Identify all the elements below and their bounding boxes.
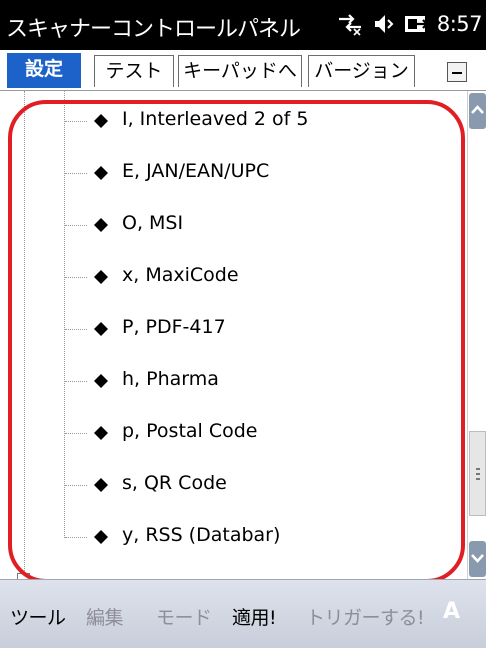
tree-item-label: E, JAN/EAN/UPC (122, 160, 270, 182)
tab-strip: 設定 テスト キーパッドへ バージョン (0, 50, 486, 91)
clock-time[interactable]: 8:57 (437, 12, 483, 36)
tree-item-label: O, MSI (122, 212, 184, 234)
chevron-up-icon (471, 105, 484, 114)
diamond-bullet-icon (94, 114, 108, 128)
tree-branch-line (65, 225, 87, 226)
tree-item[interactable]: P, PDF-417 (64, 309, 444, 349)
symbology-tree[interactable]: I, Interleaved 2 of 5 E, JAN/EAN/UPC O, … (0, 91, 466, 579)
tree-item-label: x, MaxiCode (122, 264, 239, 286)
scroll-grip (476, 468, 480, 470)
tree-guide-line (24, 91, 25, 579)
battery-icon[interactable] (403, 12, 429, 36)
diamond-bullet-icon (94, 530, 108, 544)
diamond-bullet-icon (94, 426, 108, 440)
minimize-button[interactable] (447, 62, 467, 82)
connectivity-icon[interactable] (337, 12, 363, 36)
diamond-bullet-icon (94, 270, 108, 284)
diamond-bullet-icon (94, 166, 108, 180)
command-bar: ツール 編集 モード 適用! トリガーする! A (0, 579, 486, 648)
volume-icon[interactable] (371, 12, 395, 36)
tree-branch-line (65, 121, 87, 122)
tree-branch-line (65, 329, 87, 330)
app-title: スキャナーコントロールパネル (6, 17, 301, 42)
tree-item-label: I, Interleaved 2 of 5 (122, 108, 309, 130)
tree-item-label: s, QR Code (122, 472, 227, 494)
apply-button[interactable]: 適用! (232, 603, 277, 630)
title-bar: スキャナーコントロールパネル 8:57 (0, 0, 486, 50)
diamond-bullet-icon (94, 374, 108, 388)
tab-version[interactable]: バージョン (308, 55, 415, 87)
tree-branch-line (65, 381, 87, 382)
tree-item-label: P, PDF-417 (122, 316, 226, 338)
tree-item[interactable]: E, JAN/EAN/UPC (64, 153, 444, 193)
tree-branch-line (65, 537, 87, 538)
tab-settings[interactable]: 設定 (7, 53, 81, 88)
diamond-bullet-icon (94, 322, 108, 336)
tree-item[interactable]: y, RSS (Databar) (64, 517, 444, 557)
tree-branch-line (65, 277, 87, 278)
tree-branch-line (65, 433, 87, 434)
scroll-grip (476, 478, 480, 480)
scroll-down-button[interactable] (469, 541, 486, 577)
tree-item-label: y, RSS (Databar) (122, 524, 281, 546)
tree-item[interactable]: h, Pharma (64, 361, 444, 401)
trigger-button[interactable]: トリガーする! (306, 603, 425, 630)
tools-menu[interactable]: ツール (10, 603, 66, 630)
tree-branch-line (65, 485, 87, 486)
chevron-down-icon (471, 554, 484, 563)
tree-item-label: p, Postal Code (122, 420, 258, 442)
scroll-thumb[interactable] (469, 431, 486, 516)
scroll-up-button[interactable] (469, 93, 486, 129)
diamond-bullet-icon (94, 478, 108, 492)
tab-test[interactable]: テスト (94, 55, 174, 87)
keyboard-icon[interactable]: A (443, 599, 460, 624)
tree-item[interactable]: s, QR Code (64, 465, 444, 505)
tree-branch-line (65, 173, 87, 174)
tree-item[interactable]: I, Interleaved 2 of 5 (64, 101, 444, 141)
edit-menu[interactable]: 編集 (86, 603, 124, 630)
diamond-bullet-icon (94, 218, 108, 232)
minimize-icon (452, 72, 462, 74)
tree-item[interactable]: O, MSI (64, 205, 444, 245)
mode-menu[interactable]: モード (156, 603, 212, 630)
tree-item[interactable]: p, Postal Code (64, 413, 444, 453)
tree-item[interactable]: x, MaxiCode (64, 257, 444, 297)
status-area: 8:57 (337, 10, 483, 38)
tree-item-label: h, Pharma (122, 368, 219, 390)
tab-keypad[interactable]: キーパッドへ (178, 55, 302, 87)
vertical-scrollbar[interactable] (467, 91, 486, 579)
scroll-grip (476, 473, 480, 475)
